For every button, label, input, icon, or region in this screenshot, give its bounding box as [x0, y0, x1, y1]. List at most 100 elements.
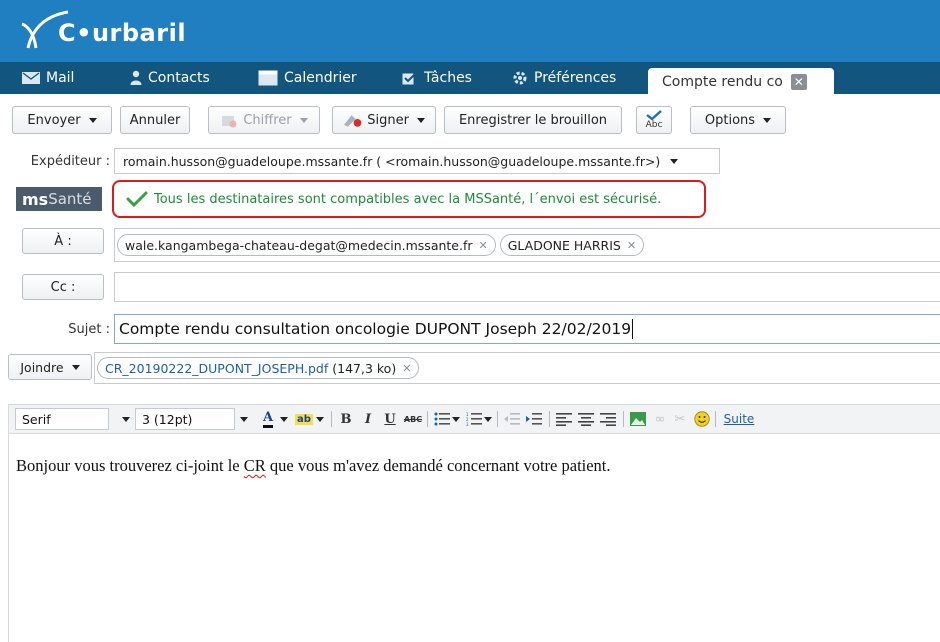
options-button[interactable]: Options: [690, 106, 786, 134]
recipient-address: wale.kangambega-chateau-degat@medecin.ms…: [125, 237, 473, 253]
subject-value: Compte rendu consultation oncologie DUPO…: [119, 320, 632, 338]
chevron-down-icon[interactable]: [119, 408, 133, 430]
toolbar-divider: [331, 411, 332, 427]
italic-icon[interactable]: I: [359, 409, 377, 429]
align-left-icon[interactable]: [555, 409, 573, 429]
sign-icon: [343, 115, 362, 127]
to-button[interactable]: À :: [22, 228, 104, 254]
attachment-chip[interactable]: CR_20190222_DUPONT_JOSEPH.pdf (147,3 ko)…: [97, 357, 420, 379]
font-family-value: Serif: [22, 411, 51, 427]
nav-item-preferences[interactable]: Préférences: [512, 62, 616, 94]
font-family-select[interactable]: Serif: [15, 408, 109, 430]
tasks-icon: [402, 71, 418, 85]
tab-label: Compte rendu co: [662, 74, 783, 90]
mssante-badge: ms Santé: [16, 187, 102, 211]
remove-recipient-icon[interactable]: ✕: [627, 239, 636, 252]
cc-field[interactable]: [114, 272, 940, 302]
unlink-icon[interactable]: ✂: [671, 409, 689, 429]
encrypt-icon: [222, 116, 237, 128]
chevron-down-icon[interactable]: [279, 409, 289, 429]
insert-image-icon[interactable]: [629, 409, 647, 429]
message-body-text[interactable]: Bonjour vous trouverez ci-joint le CR qu…: [16, 456, 611, 476]
attachments-field: CR_20190222_DUPONT_JOSEPH.pdf (147,3 ko)…: [94, 352, 940, 384]
underline-icon[interactable]: U: [381, 409, 399, 429]
bullet-list-icon[interactable]: [433, 409, 451, 429]
sign-label: Signer: [367, 112, 409, 128]
link-icon[interactable]: ∞: [651, 409, 669, 429]
nav-item-contacts[interactable]: Contacts: [130, 62, 210, 94]
calendar-icon: [258, 70, 278, 86]
remove-recipient-icon[interactable]: ✕: [479, 239, 488, 252]
strikethrough-icon[interactable]: ABC: [403, 409, 423, 429]
mssante-badge-bold: ms: [22, 189, 49, 209]
cc-button[interactable]: Cc :: [22, 274, 104, 300]
numbered-list-icon[interactable]: 123: [465, 409, 483, 429]
sender-label: Expéditeur :: [30, 154, 110, 169]
nav-item-label: Contacts: [148, 70, 210, 86]
svg-text:3: 3: [466, 422, 469, 426]
nav-item-mail[interactable]: Mail: [22, 62, 74, 94]
body-text-segment: que vous m'avez demandé concernant votre…: [265, 456, 611, 475]
outdent-icon[interactable]: [503, 409, 521, 429]
recipient-chip[interactable]: wale.kangambega-chateau-degat@medecin.ms…: [117, 234, 496, 256]
bold-icon[interactable]: B: [337, 409, 355, 429]
close-icon[interactable]: ✕: [790, 74, 807, 90]
chevron-down-icon[interactable]: [315, 409, 325, 429]
remove-attachment-icon[interactable]: ✕: [402, 362, 411, 375]
spellcheck-icon: [646, 110, 662, 120]
recipient-chip[interactable]: GLADONE HARRIS ✕: [499, 234, 645, 256]
nav-item-tasks[interactable]: Tâches: [402, 62, 472, 94]
mssante-badge-rest: Santé: [48, 190, 92, 208]
sign-button[interactable]: Signer: [332, 106, 436, 134]
spellcheck-button[interactable]: Abc: [636, 106, 672, 134]
app-logo-text: C•urbaril: [58, 19, 187, 47]
send-button[interactable]: Envoyer: [12, 106, 112, 134]
options-label: Options: [704, 112, 756, 128]
indent-icon[interactable]: [525, 409, 543, 429]
cancel-button[interactable]: Annuler: [120, 106, 190, 134]
encrypt-button[interactable]: Chiffrer: [208, 106, 320, 134]
body-text-segment: Bonjour vous trouverez ci-joint le: [16, 456, 244, 475]
chevron-down-icon: [299, 117, 308, 123]
save-draft-button[interactable]: Enregistrer le brouillon: [444, 106, 622, 134]
misspelled-word: CR: [243, 456, 266, 475]
nav-item-calendar[interactable]: Calendrier: [258, 62, 357, 94]
sender-select[interactable]: romain.husson@guadeloupe.mssante.fr ( <r…: [114, 148, 720, 174]
emoji-icon[interactable]: [693, 409, 711, 429]
attach-button[interactable]: Joindre: [8, 354, 92, 380]
send-label: Envoyer: [27, 112, 81, 128]
align-right-icon[interactable]: [599, 409, 617, 429]
toolbar-divider: [623, 411, 624, 427]
chevron-down-icon[interactable]: [451, 409, 461, 429]
encrypt-label: Chiffrer: [243, 112, 292, 128]
compose-toolbar: Envoyer Annuler Chiffrer Signer Enregist…: [0, 96, 940, 144]
tab-compte-rendu[interactable]: Compte rendu co ✕: [648, 68, 834, 96]
chevron-down-icon[interactable]: [483, 409, 493, 429]
font-size-value: 3 (12pt): [142, 411, 193, 427]
suite-label: Suite: [723, 412, 755, 426]
contacts-icon: [130, 70, 142, 85]
secure-status-banner: Tous les destinataires sont compatibles …: [112, 180, 706, 218]
attachment-name[interactable]: CR_20190222_DUPONT_JOSEPH.pdf: [105, 361, 328, 376]
align-center-icon[interactable]: [577, 409, 595, 429]
font-size-select[interactable]: 3 (12pt): [135, 408, 235, 430]
text-cursor: [632, 319, 634, 339]
cc-button-label: Cc :: [50, 279, 76, 295]
subject-input[interactable]: Compte rendu consultation oncologie DUPO…: [114, 314, 940, 344]
chevron-down-icon[interactable]: [237, 408, 251, 430]
spellcheck-label: Abc: [645, 120, 663, 130]
to-button-label: À :: [54, 233, 72, 249]
more-tools-link[interactable]: Suite: [721, 409, 757, 429]
chevron-down-icon: [763, 117, 772, 123]
to-field[interactable]: wale.kangambega-chateau-degat@medecin.ms…: [114, 228, 940, 262]
attach-button-label: Joindre: [20, 359, 64, 375]
attachment-size: (147,3 ko): [332, 360, 397, 376]
chevron-down-icon: [71, 364, 80, 370]
text-color-icon[interactable]: A: [257, 409, 279, 429]
toolbar-divider: [549, 411, 550, 427]
check-icon: [126, 191, 148, 207]
save-draft-label: Enregistrer le brouillon: [458, 112, 608, 128]
chevron-down-icon: [88, 117, 97, 123]
highlight-color-icon[interactable]: ab: [293, 409, 315, 429]
mail-icon: [22, 72, 40, 84]
